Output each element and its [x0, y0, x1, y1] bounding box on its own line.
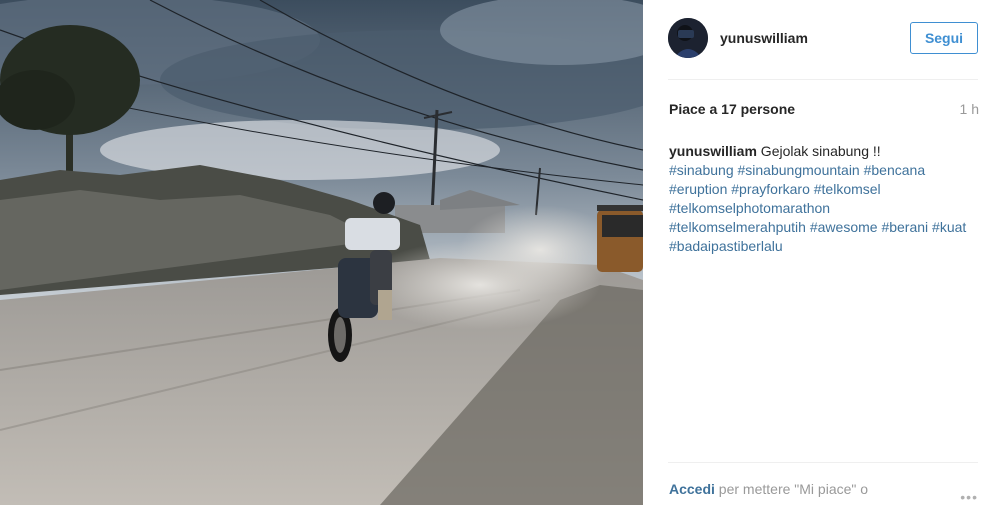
likes-row: Piace a 17 persone 1 h [669, 101, 979, 117]
caption-text: Gejolak sinabung !! [756, 143, 881, 159]
login-prompt: Accedi per mettere "Mi piace" o [669, 481, 868, 497]
follow-button[interactable]: Segui [910, 22, 978, 54]
post-sidebar: yunuswilliam Segui Piace a 17 persone 1 … [643, 0, 990, 505]
divider [668, 462, 978, 463]
hashtags[interactable]: #sinabung #sinabungmountain #bencana #er… [669, 162, 966, 254]
divider [668, 79, 978, 80]
username-link[interactable]: yunuswilliam [720, 30, 808, 46]
post-time[interactable]: 1 h [960, 101, 979, 117]
post-photo[interactable] [0, 0, 643, 505]
avatar-image [668, 18, 708, 58]
more-options-icon[interactable]: ••• [960, 489, 978, 505]
avatar[interactable] [668, 18, 708, 58]
login-link[interactable]: Accedi [669, 481, 715, 497]
likes-count[interactable]: Piace a 17 persone [669, 101, 795, 117]
caption-username[interactable]: yunuswilliam [669, 143, 757, 159]
login-prompt-text: per mettere "Mi piace" o [714, 481, 869, 497]
post-caption: yunuswilliam Gejolak sinabung !! #sinabu… [669, 142, 969, 256]
photo-scene [0, 0, 643, 505]
post-header: yunuswilliam Segui [668, 16, 978, 60]
